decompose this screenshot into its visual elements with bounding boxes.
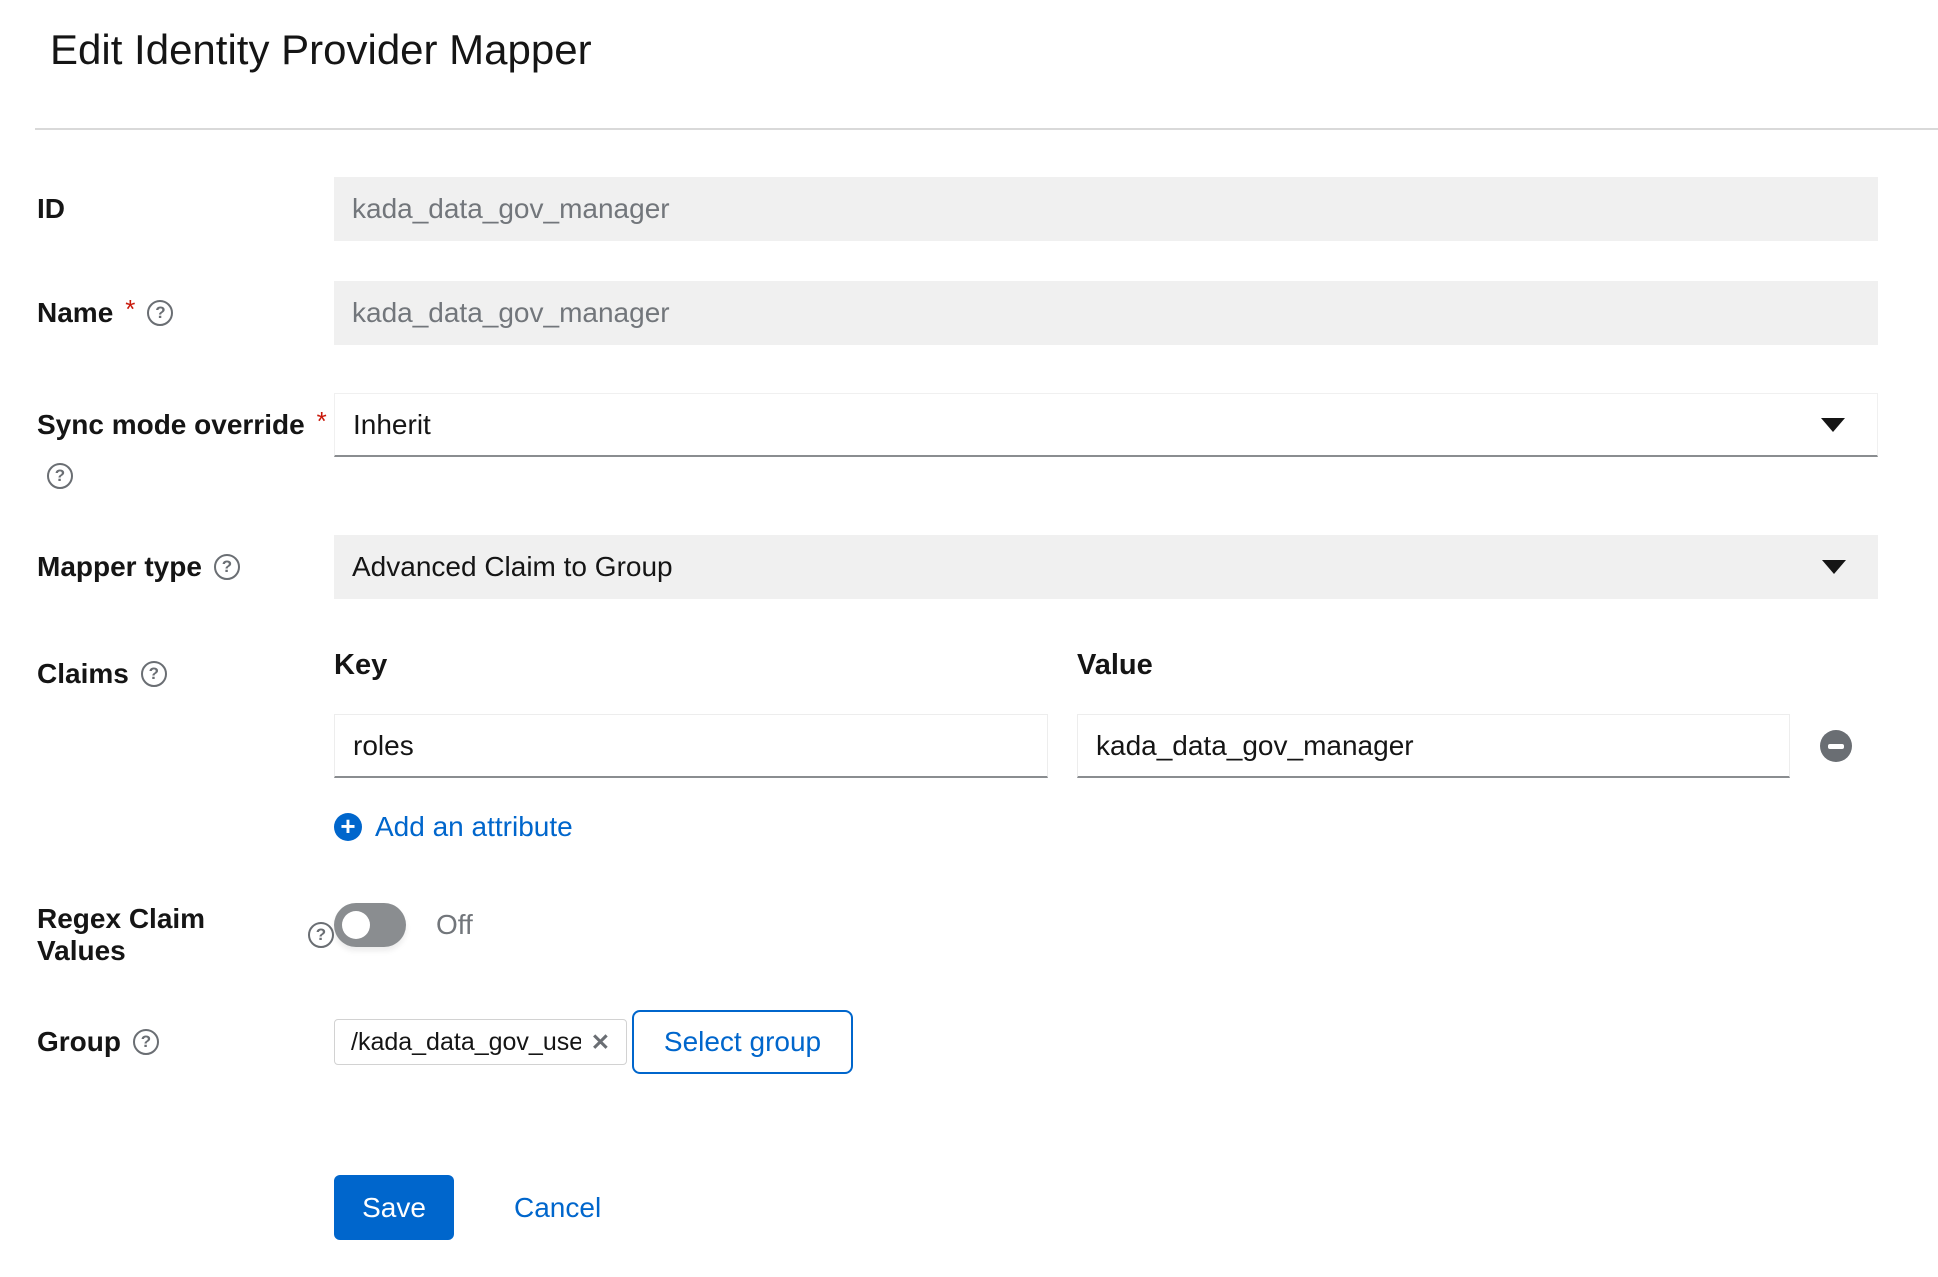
help-icon[interactable]: ? xyxy=(147,300,173,326)
claim-value-input[interactable] xyxy=(1077,714,1790,778)
field-row-sync-mode-override: Sync mode override * ? Inherit xyxy=(37,393,1878,489)
select-group-label: Select group xyxy=(664,1026,821,1058)
claim-key-input[interactable] xyxy=(334,714,1048,778)
sync-mode-override-value: Inherit xyxy=(353,409,431,441)
header-divider xyxy=(35,128,1938,130)
plus-circle-icon: + xyxy=(334,813,362,841)
field-row-regex-claim-values: Regex Claim Values ? Off xyxy=(37,903,1878,967)
claims-key-header: Key xyxy=(334,650,1048,681)
save-button[interactable]: Save xyxy=(334,1175,454,1240)
page-title: Edit Identity Provider Mapper xyxy=(50,28,1938,72)
help-icon[interactable]: ? xyxy=(133,1029,159,1055)
toggle-handle xyxy=(342,911,370,939)
add-attribute-label: Add an attribute xyxy=(375,811,573,843)
cancel-button[interactable]: Cancel xyxy=(514,1192,601,1224)
id-input xyxy=(334,177,1878,241)
claims-row xyxy=(334,714,1878,778)
field-row-name: Name * ? xyxy=(37,281,1878,345)
mapper-type-select: Advanced Claim to Group xyxy=(334,535,1878,599)
claims-value-header: Value xyxy=(1077,650,1153,681)
select-group-button[interactable]: Select group xyxy=(632,1010,853,1074)
help-icon[interactable]: ? xyxy=(141,661,167,687)
required-asterisk: * xyxy=(125,294,135,325)
field-row-id: ID xyxy=(37,177,1878,241)
field-row-group: Group ? /kada_data_gov_user… ✕ Select gr… xyxy=(37,1010,1878,1074)
chevron-down-icon xyxy=(1822,560,1846,574)
toggle-state-label: Off xyxy=(436,909,473,941)
remove-attribute-button[interactable] xyxy=(1820,730,1852,762)
help-icon[interactable]: ? xyxy=(214,554,240,580)
field-row-claims: Claims ? Key Value + Add an attribute xyxy=(37,650,1878,843)
chip-remove-button[interactable]: ✕ xyxy=(581,1031,610,1054)
name-label: Name xyxy=(37,297,113,329)
edit-mapper-form: ID Name * ? Sync mode override * ? xyxy=(0,177,1938,1240)
required-asterisk: * xyxy=(317,406,327,437)
mapper-type-value: Advanced Claim to Group xyxy=(352,551,673,583)
sync-mode-override-select[interactable]: Inherit xyxy=(334,393,1878,457)
regex-claim-values-toggle[interactable] xyxy=(334,903,406,947)
help-icon[interactable]: ? xyxy=(47,463,73,489)
chevron-down-icon xyxy=(1821,418,1845,432)
save-label: Save xyxy=(362,1192,426,1224)
regex-claim-values-label: Regex Claim Values xyxy=(37,903,296,967)
minus-icon xyxy=(1828,744,1844,749)
cancel-label: Cancel xyxy=(514,1192,601,1223)
field-row-mapper-type: Mapper type ? Advanced Claim to Group xyxy=(37,535,1878,599)
close-icon: ✕ xyxy=(591,1029,610,1055)
id-label: ID xyxy=(37,193,65,225)
group-label: Group xyxy=(37,1026,121,1058)
name-input xyxy=(334,281,1878,345)
claims-label: Claims xyxy=(37,658,129,690)
add-attribute-button[interactable]: + Add an attribute xyxy=(334,811,573,843)
selected-group-path: /kada_data_gov_user… xyxy=(351,1028,581,1057)
sync-mode-override-label: Sync mode override xyxy=(37,409,305,441)
selected-group-chip: /kada_data_gov_user… ✕ xyxy=(334,1019,627,1065)
mapper-type-label: Mapper type xyxy=(37,551,202,583)
form-actions: Save Cancel xyxy=(334,1175,1878,1240)
help-icon[interactable]: ? xyxy=(308,922,334,948)
